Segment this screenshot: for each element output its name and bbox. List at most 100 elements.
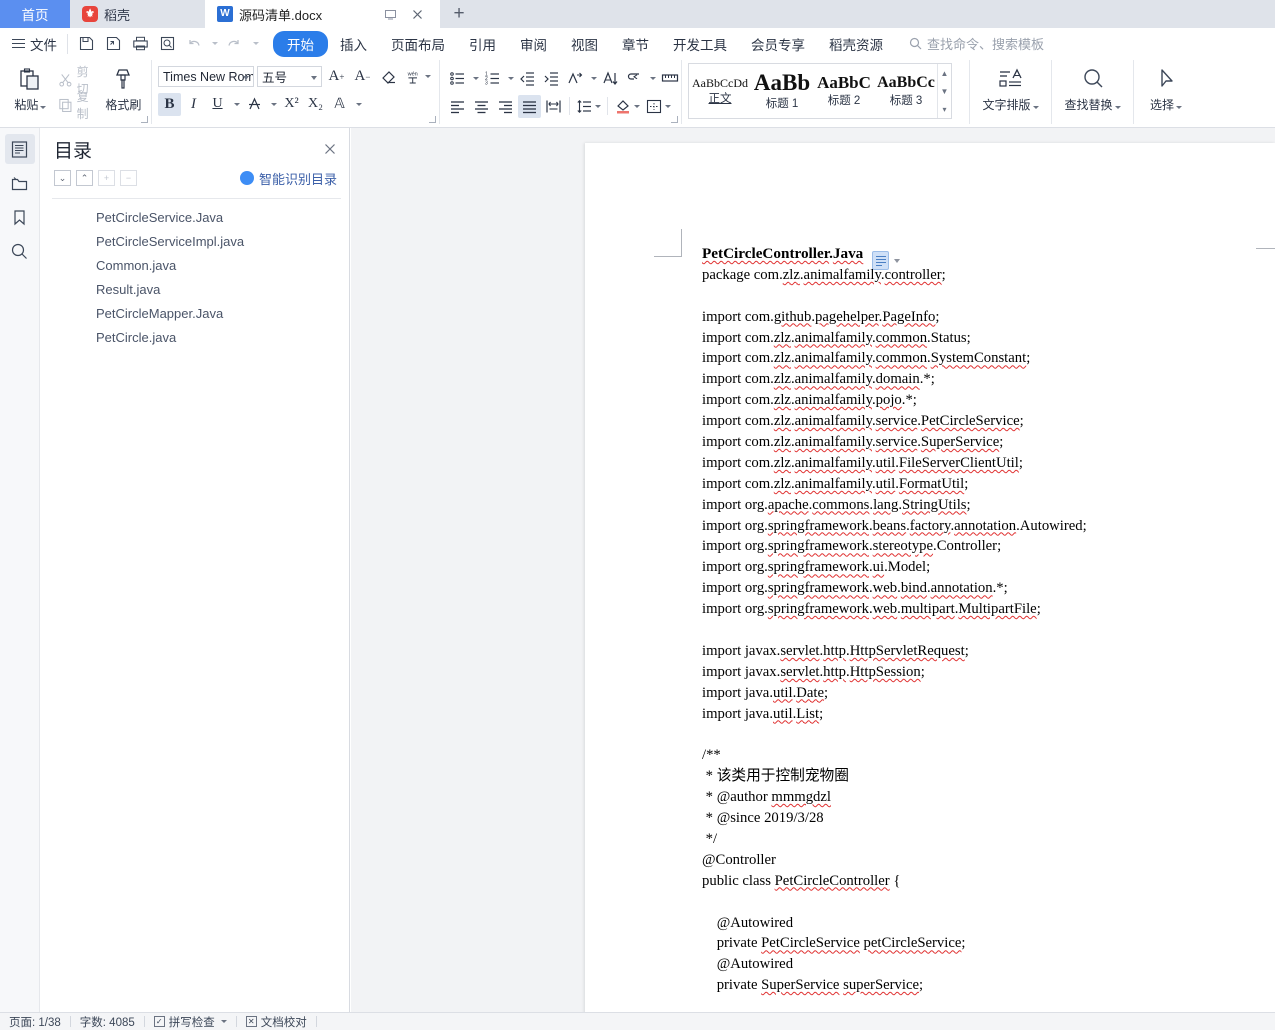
numbered-list-button[interactable]: 123 bbox=[481, 67, 504, 90]
distribute-text-button[interactable] bbox=[542, 95, 565, 118]
list-item[interactable]: Common.java bbox=[52, 253, 341, 277]
tab-insert[interactable]: 插入 bbox=[328, 31, 379, 57]
word-count[interactable]: 字数: 4085 bbox=[71, 1014, 144, 1030]
command-search[interactable]: 查找命令、搜索模板 bbox=[909, 34, 1044, 53]
list-item[interactable]: PetCircleService.Java bbox=[52, 205, 341, 229]
subscript-button[interactable]: X₂ bbox=[304, 93, 327, 116]
grow-font-button[interactable]: A + bbox=[325, 65, 348, 88]
spellcheck-toggle[interactable]: ✓ 拼写检查 bbox=[145, 1014, 236, 1030]
bold-button[interactable]: B bbox=[158, 92, 181, 116]
document-canvas[interactable]: PetCircleController.Java package com.zlz.… bbox=[351, 128, 1275, 1012]
tab-docer-resources[interactable]: 稻壳资源 bbox=[817, 31, 895, 57]
collapse-all-button[interactable]: − bbox=[120, 170, 137, 186]
restore-window-icon[interactable] bbox=[380, 8, 401, 21]
rail-outline-button[interactable] bbox=[4, 134, 35, 164]
character-border-button[interactable]: 𝔸 bbox=[328, 93, 351, 116]
page-indicator[interactable]: 页面: 1/38 bbox=[0, 1014, 70, 1030]
smart-toc-button[interactable]: 智能识别目录 bbox=[239, 169, 337, 188]
tab-review[interactable]: 审阅 bbox=[508, 31, 559, 57]
show-paragraph-marks-button[interactable] bbox=[623, 67, 646, 90]
clear-formatting-icon[interactable] bbox=[377, 65, 400, 88]
print-preview-icon[interactable] bbox=[155, 33, 179, 55]
expand-all-button[interactable]: + bbox=[98, 170, 115, 186]
collapse-up-button[interactable]: ⌃ bbox=[76, 170, 93, 186]
print-icon[interactable] bbox=[128, 33, 152, 55]
underline-dropdown-icon[interactable] bbox=[230, 93, 242, 116]
document-page[interactable]: PetCircleController.Java package com.zlz.… bbox=[585, 143, 1275, 1012]
redo-icon[interactable] bbox=[221, 33, 245, 55]
save-icon[interactable] bbox=[74, 33, 98, 55]
bullet-list-button[interactable] bbox=[446, 67, 469, 90]
font-family-combo[interactable]: Times New Roma bbox=[158, 66, 255, 87]
styles-scroll-up-icon[interactable]: ▲ bbox=[941, 69, 949, 78]
paragraph-dialog-launcher[interactable] bbox=[671, 116, 678, 123]
collapse-down-button[interactable]: ⌄ bbox=[54, 170, 71, 186]
new-tab-button[interactable]: + bbox=[440, 0, 478, 28]
pinyin-guide-button[interactable]: wén bbox=[403, 65, 433, 88]
superscript-button[interactable]: X² bbox=[280, 93, 303, 116]
tab-page-layout[interactable]: 页面布局 bbox=[379, 31, 457, 57]
undo-icon[interactable] bbox=[182, 33, 206, 55]
character-border-dropdown-icon[interactable] bbox=[352, 93, 364, 116]
align-justify-button[interactable] bbox=[518, 94, 541, 118]
rail-bookmark-button[interactable] bbox=[5, 202, 35, 232]
line-spacing-button[interactable] bbox=[574, 95, 603, 118]
tab-section[interactable]: 章节 bbox=[610, 31, 661, 57]
styles-more-icon[interactable]: ▾ bbox=[942, 105, 946, 114]
select-tool-button[interactable]: 选择 bbox=[1140, 62, 1192, 124]
strikethrough-dropdown-icon[interactable] bbox=[267, 93, 279, 116]
multilevel-list-button[interactable] bbox=[564, 67, 587, 90]
italic-button[interactable]: I bbox=[182, 93, 205, 116]
increase-indent-button[interactable] bbox=[540, 67, 563, 90]
align-left-button[interactable] bbox=[446, 95, 469, 118]
rail-folder-button[interactable] bbox=[5, 168, 35, 198]
find-replace-button[interactable]: 查找替换 bbox=[1058, 62, 1127, 124]
paste-button[interactable]: 粘贴 bbox=[6, 62, 55, 124]
proofread-button[interactable]: ✕ 文档校对 bbox=[237, 1014, 316, 1030]
font-size-combo[interactable]: 五号 bbox=[257, 66, 322, 87]
align-center-button[interactable] bbox=[470, 95, 493, 118]
list-item[interactable]: PetCircle.java bbox=[52, 325, 341, 349]
file-menu-button[interactable]: 文件 bbox=[0, 34, 67, 54]
sort-button[interactable] bbox=[599, 67, 622, 90]
borders-button[interactable] bbox=[643, 95, 673, 118]
font-dialog-launcher[interactable] bbox=[429, 116, 436, 123]
align-right-button[interactable] bbox=[494, 95, 517, 118]
tab-docer[interactable]: ⚜ 稻壳 bbox=[70, 0, 205, 28]
list-item[interactable]: PetCircleServiceImpl.java bbox=[52, 229, 341, 253]
style-body[interactable]: AaBbCcDd 正文 bbox=[689, 64, 751, 118]
close-tab-icon[interactable] bbox=[407, 8, 428, 21]
shrink-font-button[interactable]: A − bbox=[351, 65, 374, 88]
list-item[interactable]: PetCircleMapper.Java bbox=[52, 301, 341, 325]
clipboard-dialog-launcher[interactable] bbox=[141, 116, 148, 123]
document-text[interactable]: PetCircleController.Java package com.zlz.… bbox=[702, 244, 1262, 996]
undo-dropdown-icon[interactable] bbox=[209, 33, 218, 55]
tab-start[interactable]: 开始 bbox=[273, 30, 328, 57]
tab-member[interactable]: 会员专享 bbox=[739, 31, 817, 57]
copy-button[interactable]: 复制 bbox=[55, 90, 102, 121]
ruler-button[interactable] bbox=[658, 67, 681, 90]
style-heading-3[interactable]: AaBbCc 标题 3 bbox=[875, 64, 937, 118]
tab-view[interactable]: 视图 bbox=[559, 31, 610, 57]
save-as-icon[interactable] bbox=[101, 33, 125, 55]
bullet-list-dropdown-icon[interactable] bbox=[470, 67, 480, 90]
tab-references[interactable]: 引用 bbox=[457, 31, 508, 57]
styles-scroll-down-icon[interactable]: ▼ bbox=[941, 87, 949, 96]
show-marks-dropdown-icon[interactable] bbox=[647, 67, 657, 90]
tab-document[interactable]: W 源码清单.docx bbox=[205, 0, 440, 28]
shading-button[interactable] bbox=[612, 95, 642, 118]
style-heading-1[interactable]: AaBb 标题 1 bbox=[751, 64, 813, 118]
text-typesetting-button[interactable]: 文字排版 bbox=[976, 62, 1045, 124]
decrease-indent-button[interactable] bbox=[516, 67, 539, 90]
underline-button[interactable]: U bbox=[206, 93, 229, 116]
tab-developer[interactable]: 开发工具 bbox=[661, 31, 739, 57]
style-heading-2[interactable]: AaBbC 标题 2 bbox=[813, 64, 875, 118]
close-pane-icon[interactable] bbox=[323, 142, 337, 156]
tab-home[interactable]: 首页 bbox=[0, 0, 70, 28]
list-item[interactable]: Result.java bbox=[52, 277, 341, 301]
multilevel-list-dropdown-icon[interactable] bbox=[588, 67, 598, 90]
styles-gallery-scroll[interactable]: ▲ ▼ ▾ bbox=[937, 64, 951, 118]
strikethrough-button[interactable] bbox=[243, 93, 266, 116]
rail-search-button[interactable] bbox=[5, 236, 35, 266]
format-painter-button[interactable]: 格式刷 bbox=[102, 62, 145, 124]
